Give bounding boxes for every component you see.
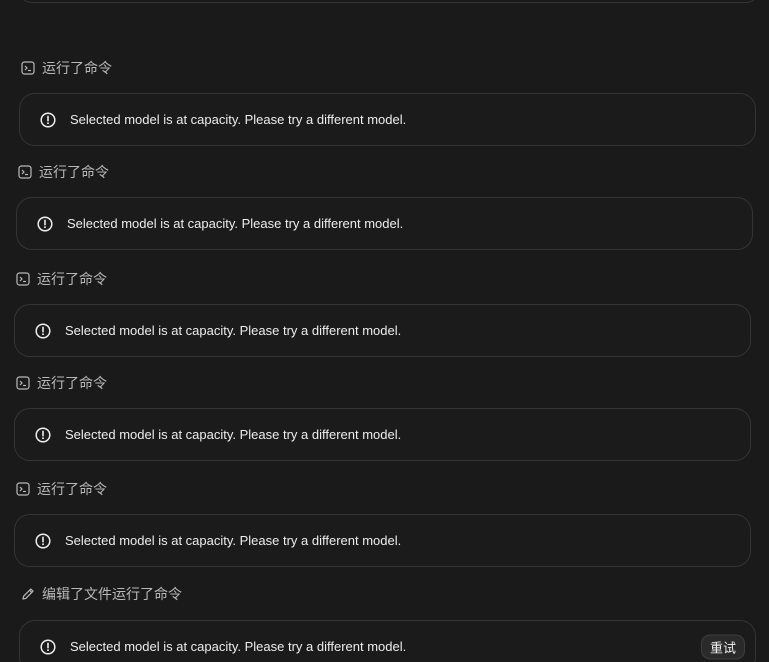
step-label-edit-file[interactable]: 编辑了文件运行了命令 [21, 584, 182, 604]
alert-circle-icon [40, 111, 56, 128]
error-message: Selected model is at capacity. Please tr… [70, 112, 407, 127]
error-message: Selected model is at capacity. Please tr… [65, 323, 402, 338]
error-message: Selected model is at capacity. Please tr… [67, 216, 404, 231]
error-message: Selected model is at capacity. Please tr… [65, 533, 402, 548]
step-label-text: 运行了命令 [37, 271, 107, 287]
alert-circle-icon [35, 426, 51, 443]
step-label-run-command[interactable]: 运行了命令 [21, 58, 112, 78]
error-card: Selected model is at capacity. Please tr… [14, 304, 751, 357]
step-label-text: 运行了命令 [37, 375, 107, 391]
step-label-text: 运行了命令 [42, 60, 112, 76]
retry-button[interactable]: 重试 [700, 634, 745, 659]
alert-circle-icon [37, 215, 53, 232]
step-label-run-command[interactable]: 运行了命令 [16, 479, 107, 499]
terminal-icon [16, 272, 30, 286]
step-label-text: 编辑了文件运行了命令 [42, 586, 182, 602]
error-card: Selected model is at capacity. Please tr… [16, 197, 753, 250]
alert-circle-icon [35, 322, 51, 339]
error-message: Selected model is at capacity. Please tr… [70, 639, 407, 654]
step-label-run-command[interactable]: 运行了命令 [18, 162, 109, 182]
error-card: Selected model is at capacity. Please tr… [19, 93, 756, 146]
error-card: Selected model is at capacity. Please tr… [14, 514, 751, 567]
terminal-icon [16, 482, 30, 496]
step-label-run-command[interactable]: 运行了命令 [16, 269, 107, 289]
chat-log: 运行了命令 Selected model is at capacity. Ple… [0, 0, 769, 662]
alert-circle-icon [40, 638, 56, 655]
error-card: Selected model is at capacity. Please tr… [14, 408, 751, 461]
terminal-icon [18, 165, 32, 179]
step-label-run-command[interactable]: 运行了命令 [16, 373, 107, 393]
error-card: Selected model is at capacity. Please tr… [19, 620, 756, 662]
terminal-icon [21, 61, 35, 75]
step-label-text: 运行了命令 [37, 481, 107, 497]
pencil-icon [21, 587, 35, 601]
error-message: Selected model is at capacity. Please tr… [65, 427, 402, 442]
alert-circle-icon [35, 532, 51, 549]
terminal-icon [16, 376, 30, 390]
step-label-text: 运行了命令 [39, 164, 109, 180]
previous-card [18, 0, 760, 3]
